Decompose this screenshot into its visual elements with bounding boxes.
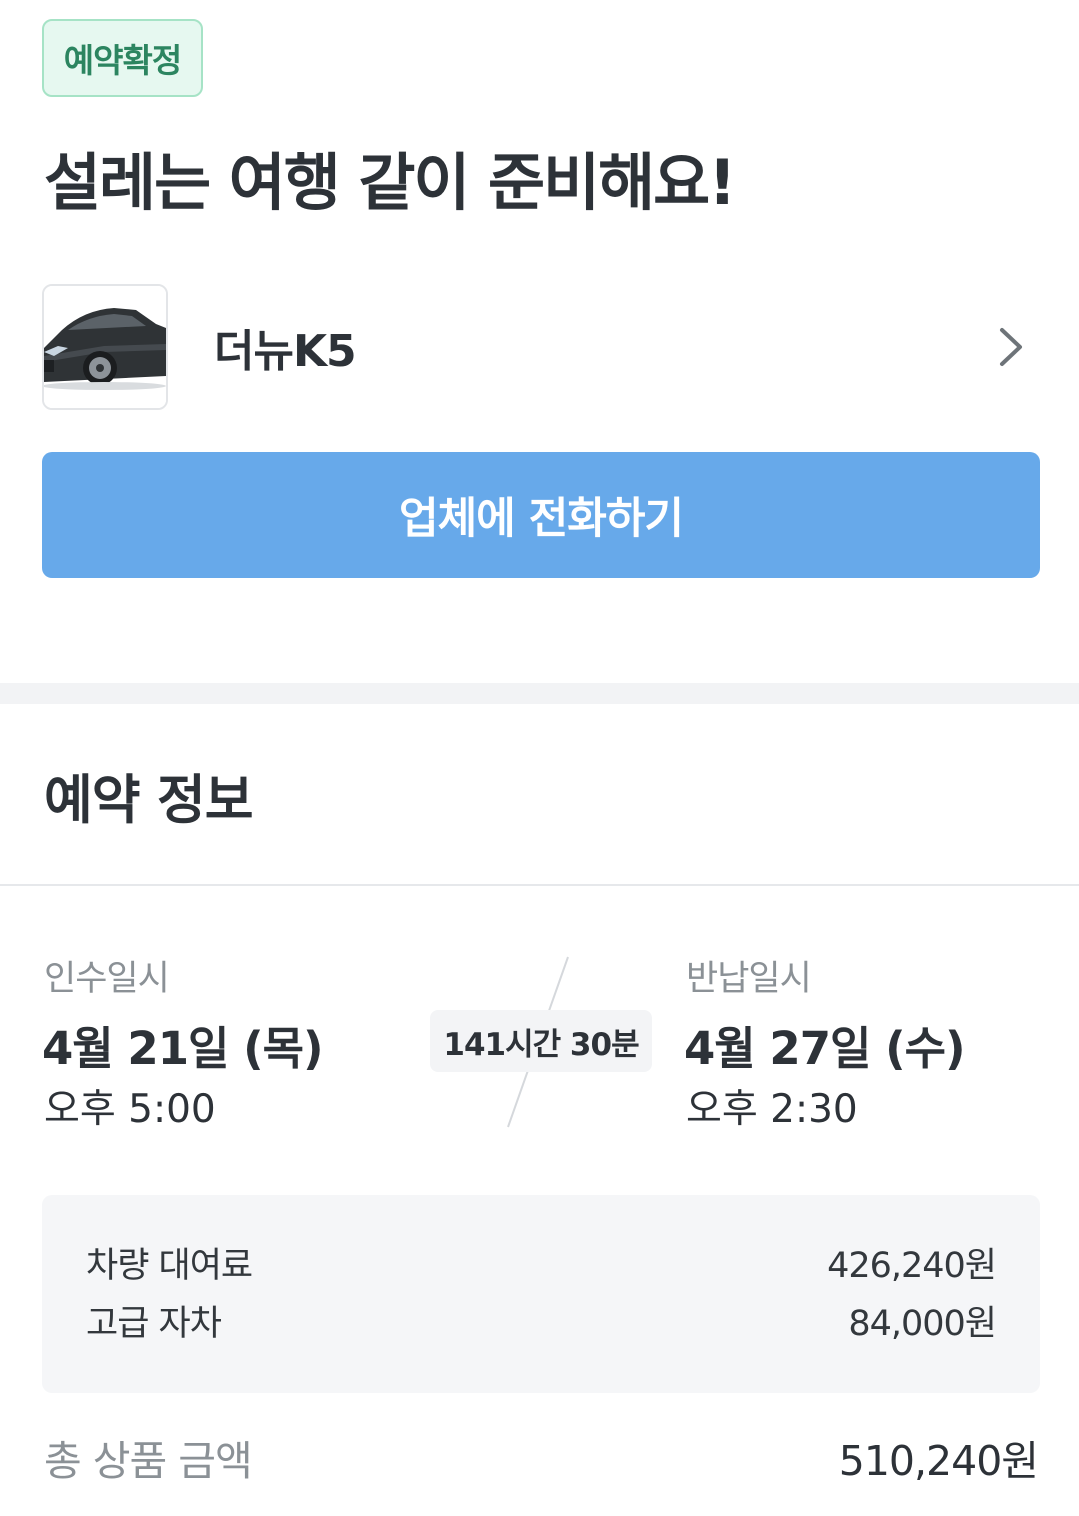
fee-row: 차량 대여료 426,240원 [86,1237,997,1287]
total-label: 총 상품 금액 [44,1437,253,1485]
car-photo-icon [44,286,166,408]
rental-duration-badge: 141시간 30분 [430,1010,652,1072]
pickup-label: 인수일시 [44,959,170,999]
fee-breakdown-box: 차량 대여료 426,240원 고급 자차 84,000원 [42,1195,1040,1393]
total-row: 총 상품 금액 510,240원 [44,1428,1039,1486]
chevron-right-icon[interactable] [994,324,1028,370]
return-label: 반납일시 [686,959,812,999]
status-badge: 예약확정 [42,19,203,97]
reservation-info-title: 예약 정보 [44,770,253,831]
fee-label-insurance: 고급 자차 [86,1303,222,1344]
section-separator-line [0,884,1079,886]
pickup-time: 오후 5:00 [44,1087,216,1132]
pickup-date: 4월 21일 (목) [42,1022,324,1075]
return-date: 4월 27일 (수) [684,1022,966,1075]
section-divider [0,683,1079,704]
fee-amount-insurance: 84,000원 [848,1303,997,1344]
car-info-row[interactable]: 더뉴K5 [42,284,1040,410]
return-time: 오후 2:30 [686,1087,858,1132]
fee-label-rental: 차량 대여료 [86,1245,253,1286]
car-thumbnail [42,284,168,410]
fee-amount-rental: 426,240원 [827,1245,997,1286]
fee-row: 고급 자차 84,000원 [86,1295,997,1345]
car-name: 더뉴K5 [214,326,357,377]
reservation-confirmation-page: 예약확정 설레는 여행 같이 준비해요! 더뉴K5 업체에 전화하기 예약 정보… [0,0,1079,1516]
total-amount: 510,240원 [838,1437,1039,1485]
call-company-button[interactable]: 업체에 전화하기 [42,452,1040,578]
page-headline: 설레는 여행 같이 준비해요! [44,146,736,219]
